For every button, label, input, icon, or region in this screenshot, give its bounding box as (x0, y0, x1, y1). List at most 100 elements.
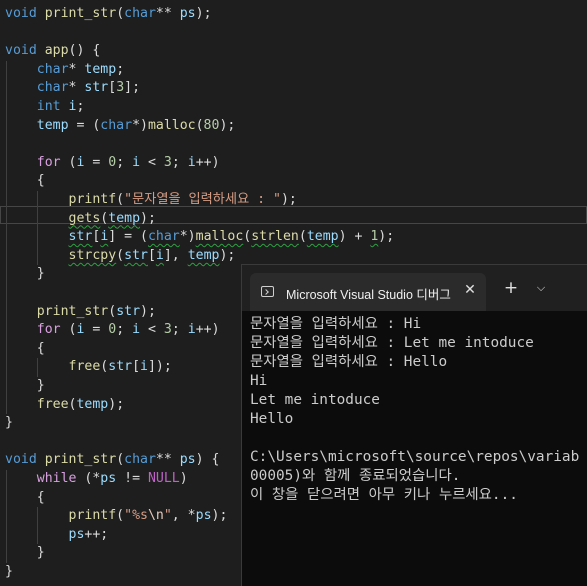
code-token: } (5, 378, 45, 393)
code-token: ( (195, 117, 204, 133)
code-token: ps (68, 526, 85, 542)
code-token: ( (116, 247, 125, 263)
code-token: free (68, 359, 101, 375)
code-token: int (36, 99, 61, 114)
code-token: ; (76, 99, 85, 114)
new-tab-icon[interactable]: + (502, 279, 520, 297)
code-token: 3 (116, 80, 125, 96)
code-line: for (i = 0; i < 3; i++) (5, 154, 220, 173)
code-token: = (84, 322, 109, 338)
code-token: temp (306, 229, 339, 245)
code-token: ps (195, 508, 212, 524)
code-token: ( (116, 192, 125, 207)
code-token: str (68, 229, 93, 245)
console-tab[interactable]: Microsoft Visual Studio 디버그 ✕ (250, 273, 486, 311)
code-token: "문자열을 입력하세요 : " (124, 192, 281, 207)
console-tab-title: Microsoft Visual Studio 디버그 (286, 288, 451, 302)
code-token: } (5, 564, 13, 579)
code-token: ) + (338, 229, 371, 245)
console-output: 문자열을 입력하세요 : Hi 문자열을 입력하세요 : Let me intod… (250, 315, 587, 505)
debug-console-window[interactable]: Microsoft Visual Studio 디버그 ✕ + ⌵ 문자열을 입… (241, 264, 587, 586)
code-line: gets(temp); (5, 210, 156, 229)
code-token: char (100, 117, 133, 133)
code-token: malloc (195, 229, 244, 245)
code-line: } (5, 414, 13, 433)
console-output-line: 00005)와 함께 종료되었습니다. (250, 468, 461, 484)
code-token: , * (171, 508, 196, 524)
code-line: str[i] = (char*)malloc(strlen(temp) + 1)… (5, 228, 395, 247)
code-token: i (132, 154, 141, 170)
code-token: ( (298, 229, 307, 245)
code-token: i (155, 247, 164, 263)
code-token: for (36, 322, 61, 338)
code-token: char (124, 452, 156, 468)
code-token: str (124, 247, 148, 263)
code-token: ); (140, 303, 156, 319)
code-token: ( (116, 6, 125, 21)
code-token: str (116, 303, 141, 319)
code-token: 3 (163, 154, 172, 170)
code-token: ** (155, 6, 180, 21)
code-token: { (5, 340, 45, 356)
code-token: "%s (124, 508, 148, 524)
code-token: = ( (68, 117, 101, 133)
code-token: = (84, 154, 109, 170)
code-token: ps (179, 452, 196, 468)
code-token: * (68, 61, 85, 77)
code-token: ++) (195, 154, 220, 170)
code-line: temp = (char*)malloc(80); (5, 117, 236, 136)
code-token: ; (116, 154, 133, 170)
code-token: str (84, 80, 109, 96)
code-token: temp (36, 117, 69, 133)
chevron-down-icon[interactable]: ⌵ (532, 279, 550, 297)
code-token: ** (155, 452, 180, 468)
code-line: printf("문자열을 입력하세요 : "); (5, 191, 297, 210)
console-output-line: Let me intoduce (250, 392, 380, 408)
code-token: < (140, 154, 164, 170)
console-output-line: 문자열을 입력하세요 : Hello (250, 354, 448, 370)
code-token: ], (163, 247, 188, 263)
code-line: } (5, 544, 45, 563)
code-line: { (5, 489, 45, 508)
console-tab-bar: Microsoft Visual Studio 디버그 ✕ + ⌵ (242, 265, 587, 311)
code-token: gets (68, 210, 101, 226)
code-token: ); (195, 6, 212, 21)
code-token: ); (211, 508, 228, 524)
code-token: ; (116, 322, 133, 338)
code-token: print_str (44, 6, 117, 21)
code-token: ; (116, 61, 125, 77)
code-token: ( (60, 322, 77, 338)
code-line: char* temp; (5, 61, 124, 80)
code-line: { (5, 172, 45, 191)
console-output-line: 문자열을 입력하세요 : Hi (250, 316, 422, 332)
code-token: [ (132, 359, 141, 375)
code-token: ( (108, 303, 117, 319)
code-line: print_str(str); (5, 303, 156, 322)
code-line: void print_str(char** ps); (5, 5, 212, 24)
code-line: char* str[3]; (5, 79, 140, 98)
code-line: } (5, 377, 45, 396)
code-token: malloc (147, 117, 196, 133)
close-tab-icon[interactable]: ✕ (461, 281, 479, 299)
code-token: ]; (124, 80, 141, 96)
code-token: 3 (163, 322, 172, 338)
code-token: * (68, 80, 85, 96)
code-token: ); (219, 247, 236, 263)
code-token: ; (171, 154, 188, 170)
code-token: *) (179, 229, 196, 245)
code-token: free (36, 396, 69, 412)
code-token: { (5, 173, 45, 189)
console-output-line: Hi (250, 373, 268, 389)
code-token: void (5, 6, 37, 21)
code-token: ); (280, 192, 297, 207)
